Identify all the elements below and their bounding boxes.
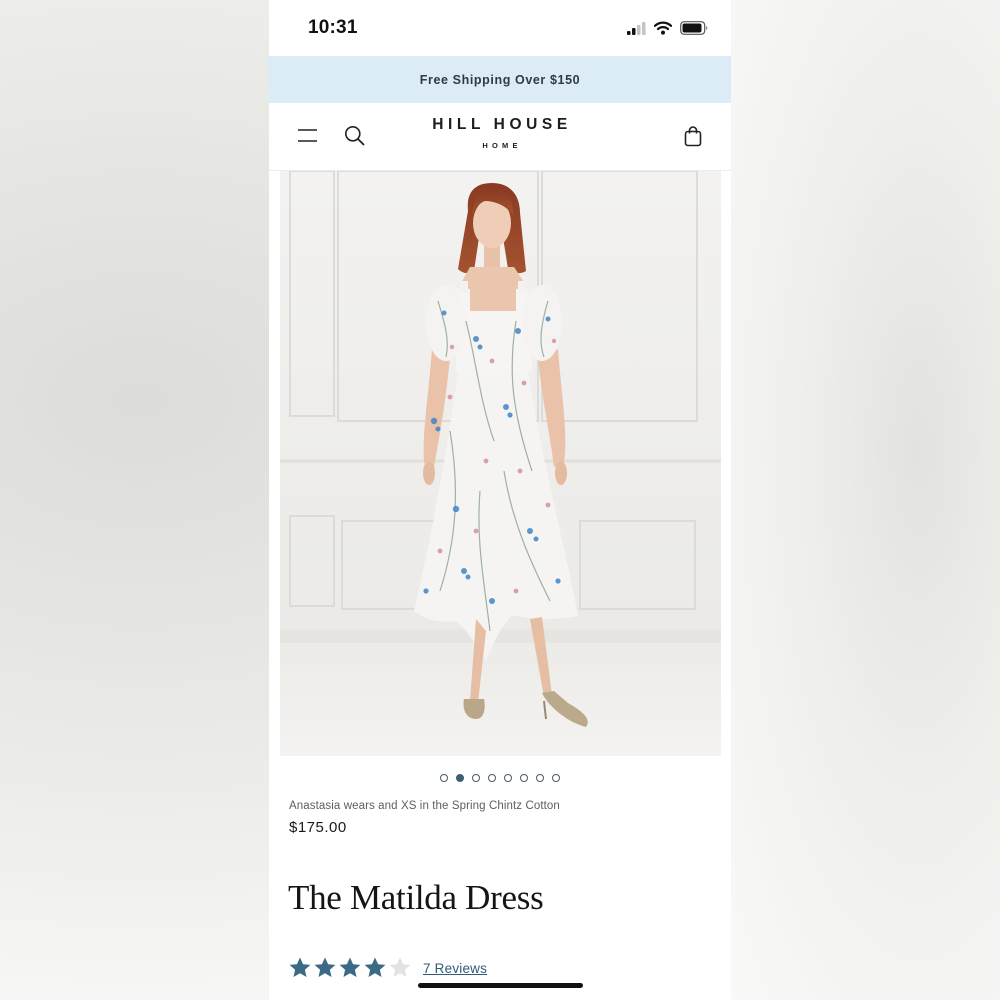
product-price: $175.00 <box>289 819 347 836</box>
battery-icon <box>680 21 708 35</box>
star-empty-icon <box>389 957 411 977</box>
brand-name: HILL HOUSE <box>432 116 572 133</box>
model-caption: Anastasia wears and XS in the Spring Chi… <box>289 800 560 812</box>
brand-logo[interactable]: HILL HOUSE HOME <box>269 116 731 150</box>
reviews-link[interactable]: 7 Reviews <box>423 961 487 976</box>
page-backdrop-right <box>730 0 1000 1000</box>
carousel-dot[interactable] <box>440 774 448 782</box>
star-filled-icon <box>339 957 361 977</box>
promo-banner[interactable]: Free Shipping Over $150 <box>269 56 731 103</box>
wifi-icon <box>654 21 672 35</box>
brand-subtitle: HOME <box>482 141 522 150</box>
star-filled-icon <box>314 957 336 977</box>
star-filled-icon <box>364 957 386 977</box>
carousel-dot-active[interactable] <box>456 774 464 782</box>
carousel-dot[interactable] <box>520 774 528 782</box>
carousel-dot[interactable] <box>536 774 544 782</box>
star-filled-icon <box>289 957 311 977</box>
rating-stars <box>288 956 412 980</box>
site-header: HILL HOUSE HOME <box>269 103 731 171</box>
shopping-bag-icon[interactable] <box>683 125 703 147</box>
image-carousel-dots <box>269 774 731 782</box>
phone-screen: 10:31 Free Shipping Over $150 HILL HOUSE… <box>269 0 731 1000</box>
product-rating: 7 Reviews <box>288 956 487 980</box>
product-photo <box>280 171 721 756</box>
carousel-dot[interactable] <box>472 774 480 782</box>
carousel-dot[interactable] <box>504 774 512 782</box>
carousel-dot[interactable] <box>488 774 496 782</box>
status-time: 10:31 <box>308 17 358 38</box>
home-indicator[interactable] <box>418 983 583 988</box>
promo-banner-text: Free Shipping Over $150 <box>419 72 581 87</box>
status-bar: 10:31 <box>269 0 731 56</box>
product-image[interactable] <box>280 171 721 756</box>
cellular-signal-icon <box>627 22 646 35</box>
product-title: The Matilda Dress <box>288 878 544 917</box>
carousel-dot[interactable] <box>552 774 560 782</box>
